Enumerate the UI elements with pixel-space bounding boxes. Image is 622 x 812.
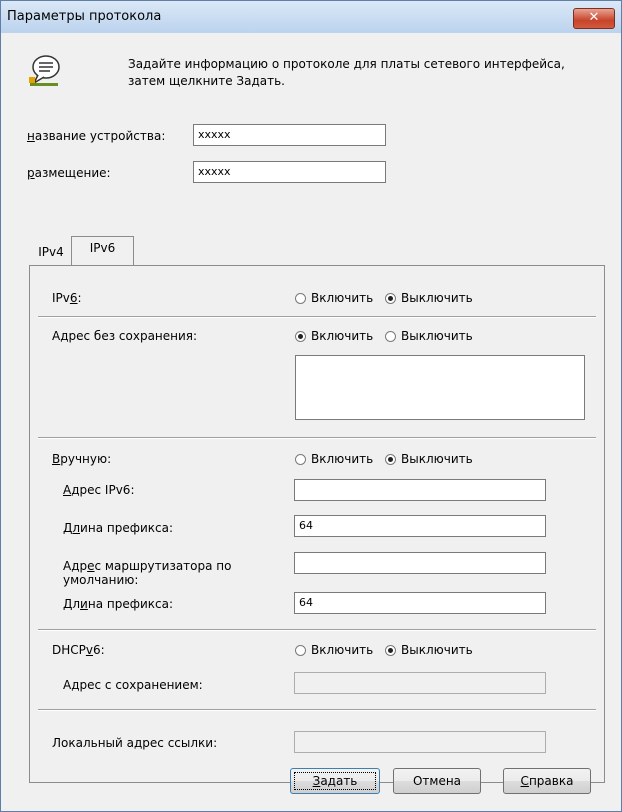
separator <box>38 709 596 711</box>
tab-ipv4[interactable]: IPv4 <box>33 240 69 265</box>
stateful-label: Адрес с сохранением: <box>63 678 203 692</box>
manual-label: Вручную: <box>52 452 112 466</box>
tab-ipv6[interactable]: IPv6 <box>71 236 134 266</box>
prefix-length-field[interactable]: 64 <box>294 515 546 537</box>
device-name-label: название устройства: <box>27 129 166 143</box>
stateful-address-field <box>294 672 546 694</box>
intro-line-2: затем щелкните Задать. <box>128 74 285 88</box>
separator <box>38 629 596 631</box>
stateless-label: Адрес без сохранения: <box>52 329 198 343</box>
ipv6-enable-radio[interactable] <box>295 293 306 304</box>
device-name-field[interactable]: xxxxx <box>193 124 386 146</box>
manual-disable-label[interactable]: Выключить <box>401 452 473 466</box>
set-button[interactable]: Задать <box>290 768 380 794</box>
stateless-enable-radio[interactable] <box>295 331 306 342</box>
dialog-client: Задайте информацию о протоколе для платы… <box>8 33 614 804</box>
tab-panel-ipv6: IPv6: Включить Выключить Адрес без сохра… <box>29 265 605 783</box>
link-local-label: Локальный адрес ссылки: <box>52 736 218 750</box>
stateless-disable-label[interactable]: Выключить <box>401 329 473 343</box>
prefix2-length-field[interactable]: 64 <box>294 592 546 614</box>
ipv6-enable-label[interactable]: Включить <box>311 291 373 305</box>
location-field[interactable]: xxxxx <box>193 161 386 183</box>
info-icon <box>26 53 62 89</box>
stateless-enable-label[interactable]: Включить <box>311 329 373 343</box>
cancel-button[interactable]: Отмена <box>393 768 481 794</box>
dhcpv6-label: DHCPv6: <box>52 643 105 657</box>
prefix-length-label: Длина префикса: <box>63 521 174 535</box>
manual-enable-radio[interactable] <box>295 454 306 465</box>
manual-enable-label[interactable]: Включить <box>311 452 373 466</box>
gateway-label-2: умолчанию: <box>63 573 139 587</box>
ipv6-address-label: Адрес IPv6: <box>63 483 135 497</box>
location-label: размещение: <box>27 166 111 180</box>
prefix2-length-label: Длина префикса: <box>63 597 174 611</box>
dhcpv6-enable-radio[interactable] <box>295 645 306 656</box>
help-button[interactable]: Справка <box>503 768 591 794</box>
close-button[interactable]: ✕ <box>573 8 615 29</box>
ipv6-label: IPv6: <box>52 291 82 305</box>
manual-disable-radio[interactable] <box>385 454 396 465</box>
dhcpv6-disable-radio[interactable] <box>385 645 396 656</box>
dialog-window: Параметры протокола ✕ Задайте информацию… <box>0 0 622 812</box>
intro-line-1: Задайте информацию о протоколе для платы… <box>128 57 565 71</box>
link-local-field <box>294 731 546 753</box>
stateless-disable-radio[interactable] <box>385 331 396 342</box>
gateway-label-1: Адрес маршрутизатора по <box>63 559 232 573</box>
stateless-address-list[interactable] <box>295 355 585 420</box>
ipv6-address-field[interactable] <box>294 479 546 501</box>
dhcpv6-disable-label[interactable]: Выключить <box>401 643 473 657</box>
title-bar[interactable]: Параметры протокола ✕ <box>1 1 621 33</box>
separator <box>38 316 596 318</box>
window-title: Параметры протокола <box>7 9 162 24</box>
dhcpv6-enable-label[interactable]: Включить <box>311 643 373 657</box>
default-gateway-field[interactable] <box>294 552 546 574</box>
separator <box>38 437 596 439</box>
ipv6-disable-radio[interactable] <box>385 293 396 304</box>
ipv6-disable-label[interactable]: Выключить <box>401 291 473 305</box>
